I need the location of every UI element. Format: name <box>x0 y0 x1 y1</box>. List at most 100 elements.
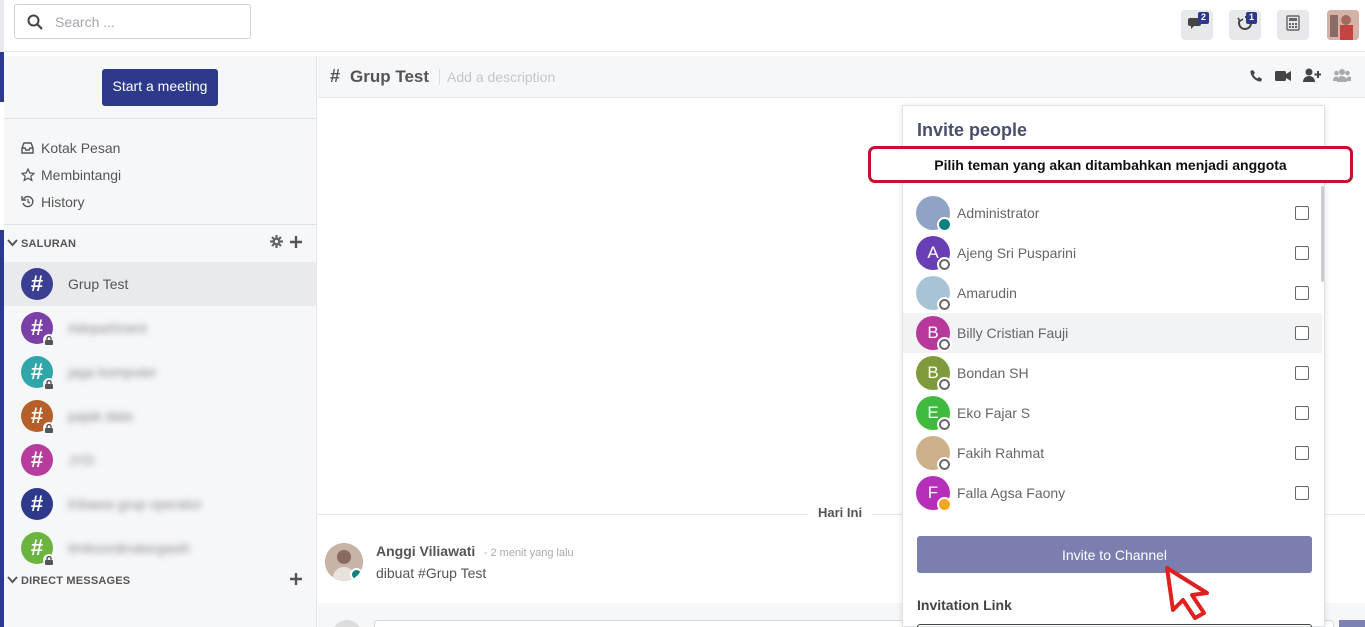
person-row[interactable]: Administrator <box>903 193 1324 233</box>
status-dot <box>937 457 952 472</box>
channel-item[interactable]: # pajak data <box>4 394 316 438</box>
status-dot <box>937 337 952 352</box>
person-name: Billy Cristian Fauji <box>957 325 1069 341</box>
status-dot <box>937 257 952 272</box>
person-name: Fakih Rahmat <box>957 445 1045 461</box>
channel-item[interactable]: # Kibawa grup operator <box>4 482 316 526</box>
channel-name: JYD <box>68 452 95 468</box>
channel-item[interactable]: # #department <box>4 306 316 350</box>
chevron-down-icon <box>7 575 21 587</box>
status-dot <box>937 497 952 512</box>
person-avatar <box>916 196 952 232</box>
person-row[interactable]: B Bondan SH <box>903 353 1324 393</box>
channel-item[interactable]: # jaga komputer <box>4 350 316 394</box>
person-name: Falla Agsa Faony <box>957 485 1066 501</box>
lock-icon <box>43 334 55 346</box>
direct-messages-label: DIRECT MESSAGES <box>21 575 131 587</box>
channel-name: #department <box>68 320 147 336</box>
channel-hash-icon: # <box>21 356 55 390</box>
select-checkbox[interactable] <box>1295 486 1309 500</box>
channel-item[interactable]: # JYD <box>4 438 316 482</box>
status-dot <box>937 417 952 432</box>
invite-to-channel-button[interactable]: Invite to Channel <box>917 536 1312 573</box>
threads-button[interactable]: 1 <box>1229 10 1261 40</box>
lock-icon <box>43 378 55 390</box>
status-dot <box>937 297 952 312</box>
room-description[interactable]: Add a description <box>439 68 555 85</box>
people-list: Administrator A Ajeng Sri Pusparini Amarudi… <box>903 193 1324 525</box>
sidebar-item-label: Kotak Pesan <box>41 139 121 156</box>
gear-icon[interactable] <box>270 234 283 253</box>
add-user-icon[interactable] <box>1303 68 1322 87</box>
person-row[interactable]: Fakih Rahmat <box>903 433 1324 473</box>
message-author[interactable]: Anggi Viliawati <box>376 543 475 559</box>
sidebar-item-starred[interactable]: Membintangi <box>4 161 316 188</box>
day-label: Hari Ini <box>808 505 873 520</box>
select-checkbox[interactable] <box>1295 446 1309 460</box>
invite-title: Invite people <box>917 120 1028 140</box>
members-icon[interactable] <box>1333 68 1352 87</box>
pointer-cursor-icon <box>1163 566 1219 625</box>
user-avatar[interactable] <box>1327 10 1359 40</box>
select-checkbox[interactable] <box>1295 326 1309 340</box>
channel-hash-icon: # <box>330 66 341 86</box>
search-icon <box>15 14 55 30</box>
video-call-icon[interactable] <box>1275 69 1291 87</box>
channel-name: timkoordinatorgasih <box>68 540 191 556</box>
person-name: Amarudin <box>957 285 1017 301</box>
channel-hash-icon: # <box>21 532 55 566</box>
discussion-button[interactable]: 2 <box>1181 10 1213 40</box>
sidebar: Start a meeting Kotak Pesan Membintangi … <box>4 56 317 627</box>
star-icon <box>21 167 41 182</box>
threads-badge: 1 <box>1246 12 1257 24</box>
channel-name: pajak data <box>68 408 133 424</box>
direct-messages-header[interactable]: DIRECT MESSAGES <box>4 570 316 592</box>
inbox-icon <box>21 141 41 154</box>
person-avatar: B <box>916 316 952 352</box>
sidebar-item-inbox[interactable]: Kotak Pesan <box>4 134 316 161</box>
left-strip <box>0 0 4 52</box>
channel-name: Kibawa grup operator <box>68 496 202 512</box>
add-channel-icon[interactable] <box>290 235 302 253</box>
sidebar-item-history[interactable]: History <box>4 188 316 215</box>
select-checkbox[interactable] <box>1295 406 1309 420</box>
person-row[interactable]: A Ajeng Sri Pusparini <box>903 233 1324 273</box>
person-name: Eko Fajar S <box>957 405 1031 421</box>
channel-name: Grup Test <box>68 276 129 292</box>
channel-list: # Grup Test # #department # jaga komputer # paj… <box>4 262 316 570</box>
channels-header-label: SALURAN <box>21 237 77 250</box>
start-meeting-button[interactable]: Start a meeting <box>101 69 219 106</box>
phone-icon[interactable] <box>1250 69 1263 87</box>
top-bar: Search ... 2 1 <box>0 0 1365 52</box>
message-avatar[interactable] <box>325 543 363 581</box>
channel-item[interactable]: # timkoordinatorgasih <box>4 526 316 570</box>
send-button[interactable] <box>1339 620 1365 627</box>
invitation-link-label: Invitation Link <box>917 597 1012 613</box>
online-status-dot <box>350 568 363 581</box>
history-icon <box>21 195 41 208</box>
channels-header[interactable]: SALURAN <box>4 225 316 262</box>
message-time: - 2 menit yang lalu <box>483 547 574 559</box>
composer-action-button[interactable] <box>332 620 362 627</box>
person-row[interactable]: Amarudin <box>903 273 1324 313</box>
person-row[interactable]: F Falla Agsa Faony <box>903 473 1324 513</box>
calendar-button[interactable] <box>1277 10 1309 40</box>
select-checkbox[interactable] <box>1295 246 1309 260</box>
person-name: Ajeng Sri Pusparini <box>957 245 1077 261</box>
person-row[interactable]: E Eko Fajar S <box>903 393 1324 433</box>
select-checkbox[interactable] <box>1295 366 1309 380</box>
channel-hash-icon: # <box>21 444 53 476</box>
search-box[interactable]: Search ... <box>14 4 251 39</box>
person-avatar: A <box>916 236 952 272</box>
select-checkbox[interactable] <box>1295 286 1309 300</box>
person-avatar: B <box>916 356 952 392</box>
channel-item[interactable]: # Grup Test <box>4 262 316 306</box>
message-item[interactable]: Anggi Viliawati - 2 menit yang lalu dibu… <box>325 543 574 581</box>
instruction-callout: Pilih teman yang akan ditambahkan menjad… <box>868 146 1353 183</box>
status-dot <box>937 377 952 392</box>
add-dm-icon[interactable] <box>290 572 302 590</box>
select-checkbox[interactable] <box>1295 206 1309 220</box>
list-scrollbar[interactable] <box>1321 186 1324 282</box>
status-dot <box>937 217 952 232</box>
person-row[interactable]: B Billy Cristian Fauji <box>903 313 1322 353</box>
